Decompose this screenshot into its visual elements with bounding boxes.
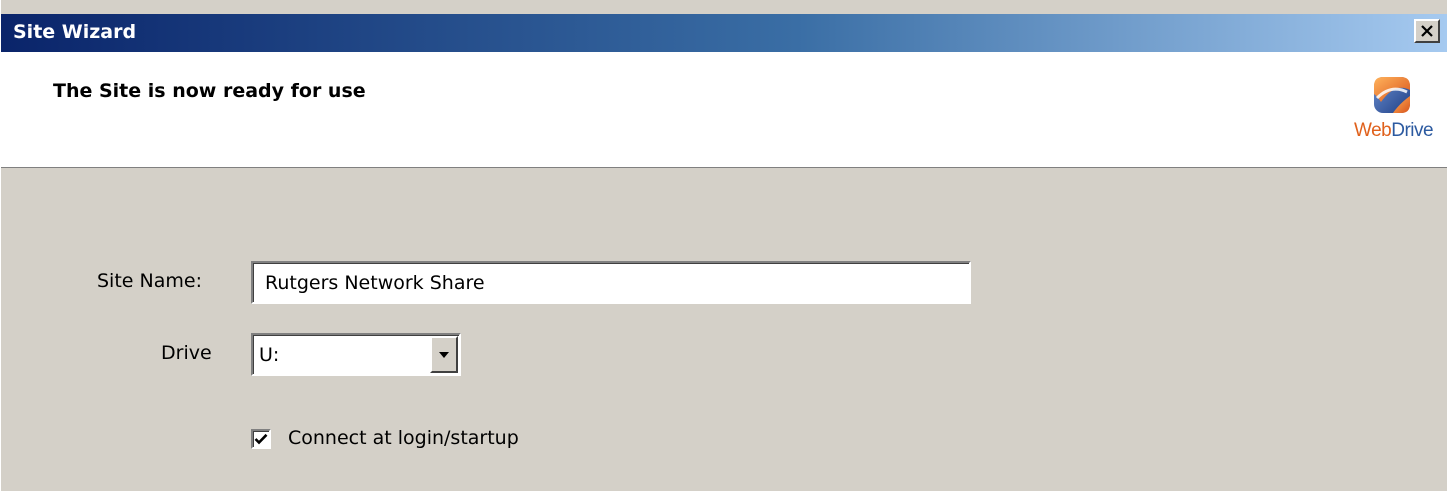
close-icon [1421, 25, 1433, 37]
close-button[interactable] [1414, 19, 1440, 43]
webdrive-logo: WebDrive [1354, 76, 1434, 150]
header-panel: The Site is now ready for use WebDrive [1, 52, 1447, 168]
logo-text: WebDrive [1354, 120, 1434, 142]
logo-text-web: Web [1354, 120, 1392, 141]
drive-select[interactable]: U: [251, 333, 461, 376]
drive-select-value: U: [259, 344, 280, 366]
logo-text-drive: Drive [1391, 120, 1434, 141]
title-bar[interactable]: Site Wizard [1, 14, 1447, 52]
window-title: Site Wizard [13, 21, 137, 43]
connect-at-login-checkbox[interactable] [251, 429, 271, 449]
page-title: The Site is now ready for use [53, 80, 366, 102]
site-name-value: Rutgers Network Share [265, 272, 485, 294]
webdrive-logo-icon [1374, 77, 1410, 113]
site-wizard-window: Site Wizard The Site is now ready for us… [0, 0, 1447, 491]
checkmark-icon [254, 433, 268, 445]
site-name-label: Site Name: [97, 270, 202, 292]
chevron-down-icon [439, 351, 449, 358]
drive-dropdown-button[interactable] [430, 336, 458, 373]
site-name-input[interactable]: Rutgers Network Share [251, 261, 971, 304]
connect-at-login-label[interactable]: Connect at login/startup [288, 427, 519, 449]
drive-label: Drive [161, 342, 212, 364]
